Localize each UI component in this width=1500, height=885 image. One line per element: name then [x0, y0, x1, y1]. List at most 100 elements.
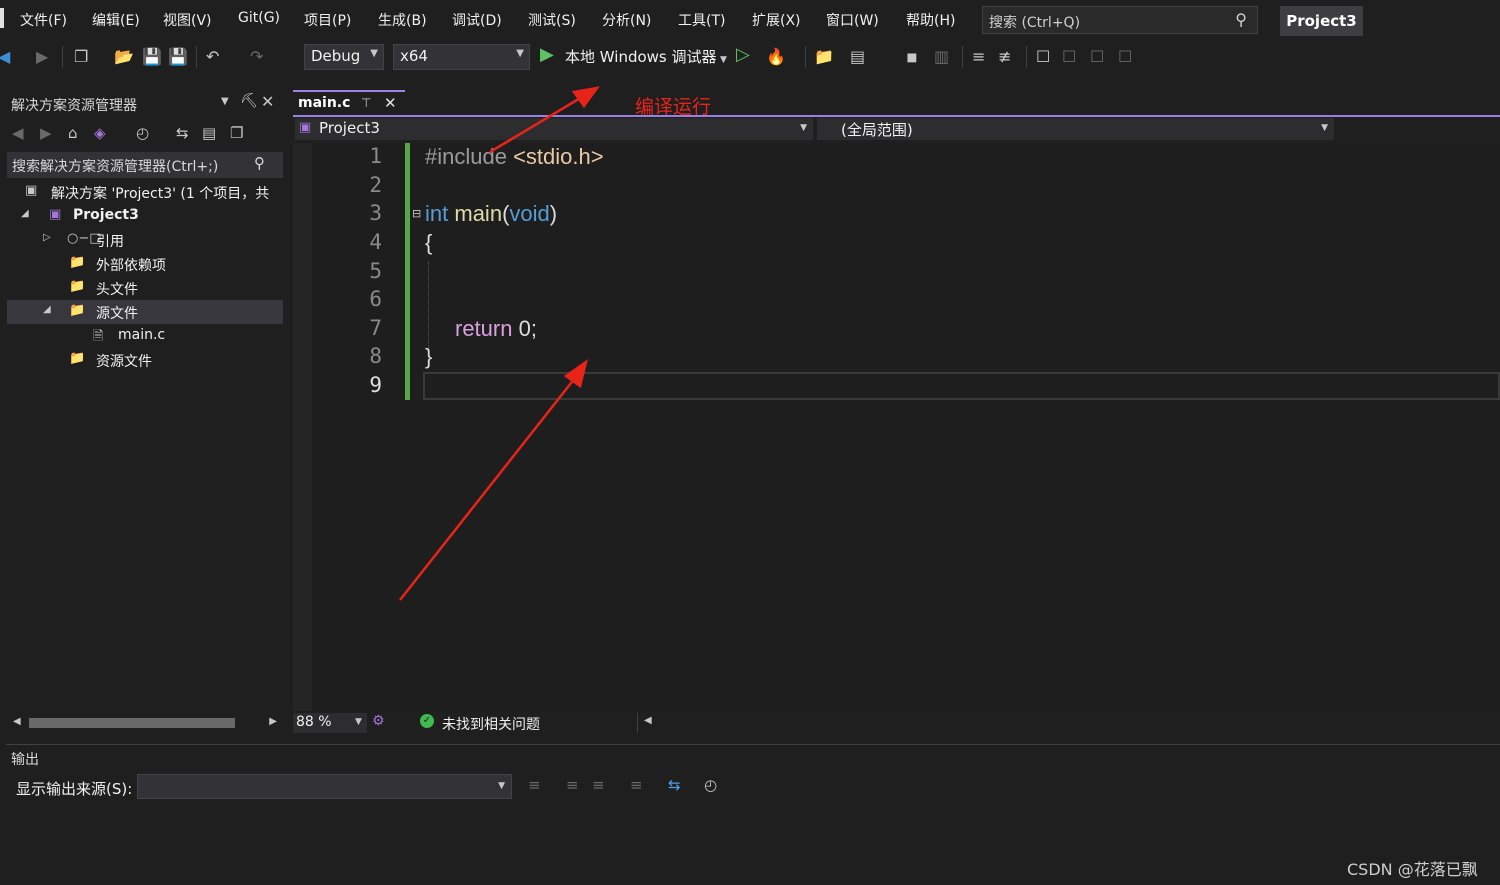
prev-bookmark-icon[interactable]: ☐: [1062, 48, 1076, 66]
code-keyword: void: [509, 201, 550, 226]
menu-tools[interactable]: 工具(T): [678, 10, 725, 30]
platform-value: x64: [400, 47, 428, 65]
project-scope-select[interactable]: ▣ Project3 ▼: [295, 118, 813, 140]
menu-edit[interactable]: 编辑(E): [92, 10, 140, 30]
scroll-left-icon[interactable]: ◀: [644, 715, 652, 726]
chevron-down-icon[interactable]: ▼: [221, 96, 229, 107]
back-icon[interactable]: ◀: [0, 48, 10, 66]
next-bookmark-icon[interactable]: ☐: [1090, 48, 1104, 66]
explorer-hscrollbar[interactable]: ◀ ▶: [7, 714, 283, 732]
search-input[interactable]: 搜索 (Ctrl+Q) ⚲: [982, 6, 1258, 34]
sync-icon[interactable]: ⇆: [176, 124, 189, 142]
chevron-down-icon: ▼: [498, 781, 505, 791]
menu-git[interactable]: Git(G): [238, 10, 280, 26]
save-icon[interactable]: 💾: [142, 48, 162, 66]
save-all-icon[interactable]: 💾: [168, 48, 188, 66]
prev-message-icon[interactable]: ≡: [566, 776, 579, 794]
tree-item-headers[interactable]: 📁 头文件: [7, 276, 283, 300]
clear-all-icon[interactable]: ≡: [630, 776, 643, 794]
collapse-arrow-icon[interactable]: ▷: [43, 232, 51, 243]
tab-main-c[interactable]: main.c ⊤ ✕: [293, 90, 405, 115]
word-wrap-icon[interactable]: ⇆: [668, 776, 681, 794]
check-icon: ✓: [420, 714, 434, 728]
new-project-icon[interactable]: ❐: [74, 48, 88, 66]
home-icon[interactable]: ⌂: [68, 124, 78, 142]
filter-folder-icon: 📁: [69, 303, 86, 318]
pin-icon[interactable]: ⛏: [240, 93, 258, 109]
menu-build[interactable]: 生成(B): [378, 10, 427, 30]
scroll-left-icon[interactable]: ◀: [13, 716, 21, 727]
forward-icon[interactable]: ▶: [40, 124, 52, 142]
menu-window[interactable]: 窗口(W): [826, 10, 879, 30]
run-debugger-button[interactable]: 本地 Windows 调试器: [565, 48, 717, 66]
tree-item-main-c[interactable]: 🗎 main.c: [7, 324, 283, 348]
close-icon[interactable]: ✕: [384, 94, 397, 112]
copy-icon[interactable]: ❐: [230, 124, 243, 142]
tree-item-solution[interactable]: ▣ 解决方案 'Project3' (1 个项目，共: [7, 180, 283, 204]
output-source-select[interactable]: ▼: [137, 774, 512, 799]
close-icon[interactable]: ✕: [261, 92, 274, 111]
layout-icon[interactable]: ▤: [850, 48, 865, 66]
line-number: 3: [369, 201, 382, 225]
issues-status[interactable]: 未找到相关问题: [442, 714, 540, 734]
code-keyword: return: [455, 316, 513, 341]
tree-item-label: Project3: [73, 207, 139, 223]
run-without-debug-icon[interactable]: ▷: [736, 46, 750, 64]
scroll-right-icon[interactable]: ▶: [269, 716, 277, 727]
breakpoint-icon[interactable]: ◾: [906, 48, 918, 66]
undo-icon[interactable]: ↶: [206, 48, 219, 66]
clock-icon[interactable]: ◴: [704, 776, 717, 794]
tree-item-sources[interactable]: ◢ 📁 源文件: [7, 300, 283, 324]
next-message-icon[interactable]: ≡: [592, 776, 605, 794]
code-line-1: #include <stdio.h>: [425, 144, 604, 170]
menu-help[interactable]: 帮助(H): [906, 10, 955, 30]
separator: [1026, 46, 1027, 68]
collapse-icon[interactable]: ▤: [202, 124, 216, 142]
expand-icon[interactable]: ◢: [21, 208, 29, 219]
intellicode-icon[interactable]: ⚙: [372, 713, 385, 729]
tree-item-project[interactable]: ◢ ▣ Project3: [7, 204, 283, 228]
menu-test[interactable]: 测试(S): [528, 10, 576, 30]
forward-icon[interactable]: ▶: [36, 48, 48, 66]
menu-file[interactable]: 文件(F): [20, 10, 67, 30]
line-number: 7: [369, 316, 382, 340]
config-select[interactable]: Debug ▼: [304, 44, 384, 70]
tree-item-resources[interactable]: 📁 资源文件: [7, 348, 283, 372]
output-panel: [6, 744, 1500, 885]
hot-reload-icon[interactable]: 🔥: [766, 48, 786, 66]
code-editor[interactable]: [293, 143, 1500, 711]
collapse-region-icon[interactable]: ⊟: [412, 207, 421, 220]
global-scope-select[interactable]: (全局范围) ▼: [817, 118, 1334, 140]
platform-select[interactable]: x64 ▼: [393, 44, 530, 70]
explorer-search-input[interactable]: 搜索解决方案资源管理器(Ctrl+;) ⚲: [7, 152, 283, 178]
nav-project-label: Project3: [319, 119, 380, 137]
goto-error-icon[interactable]: ≡: [528, 776, 541, 794]
indent-icon[interactable]: ≡: [972, 48, 985, 66]
menu-project[interactable]: 项目(P): [304, 10, 351, 30]
clear-bookmark-icon[interactable]: ☐: [1118, 48, 1132, 66]
pin-icon[interactable]: ⊤: [361, 96, 371, 110]
redo-icon[interactable]: ↷: [250, 48, 263, 66]
expand-icon[interactable]: ◢: [43, 304, 51, 315]
scroll-thumb[interactable]: [29, 718, 235, 728]
browse-folder-icon[interactable]: 📁: [814, 48, 834, 66]
zoom-select[interactable]: 88 % ▼: [293, 713, 367, 733]
project-icon: ▣: [299, 120, 312, 135]
tree-item-references[interactable]: ▷ ○−□ 引用: [7, 228, 283, 252]
tree-item-external-deps[interactable]: 📁 外部依赖项: [7, 252, 283, 276]
menu-debug[interactable]: 调试(D): [452, 10, 502, 30]
panel-icon[interactable]: ▥: [934, 48, 949, 66]
menu-analyze[interactable]: 分析(N): [602, 10, 651, 30]
back-icon[interactable]: ◀: [12, 124, 24, 142]
menu-view[interactable]: 视图(V): [163, 10, 212, 30]
run-icon[interactable]: ▶: [540, 46, 554, 64]
bookmark-icon[interactable]: ☐: [1036, 48, 1050, 66]
vs-icon[interactable]: ◈: [94, 124, 106, 142]
history-icon[interactable]: ◴: [136, 124, 149, 142]
outdent-icon[interactable]: ≢: [998, 48, 1011, 66]
open-folder-icon[interactable]: 📂: [114, 48, 134, 66]
c-file-icon: 🗎: [93, 329, 104, 344]
menu-extensions[interactable]: 扩展(X): [752, 10, 801, 30]
chevron-down-icon[interactable]: ▼: [720, 51, 727, 69]
line-number: 2: [369, 173, 382, 197]
